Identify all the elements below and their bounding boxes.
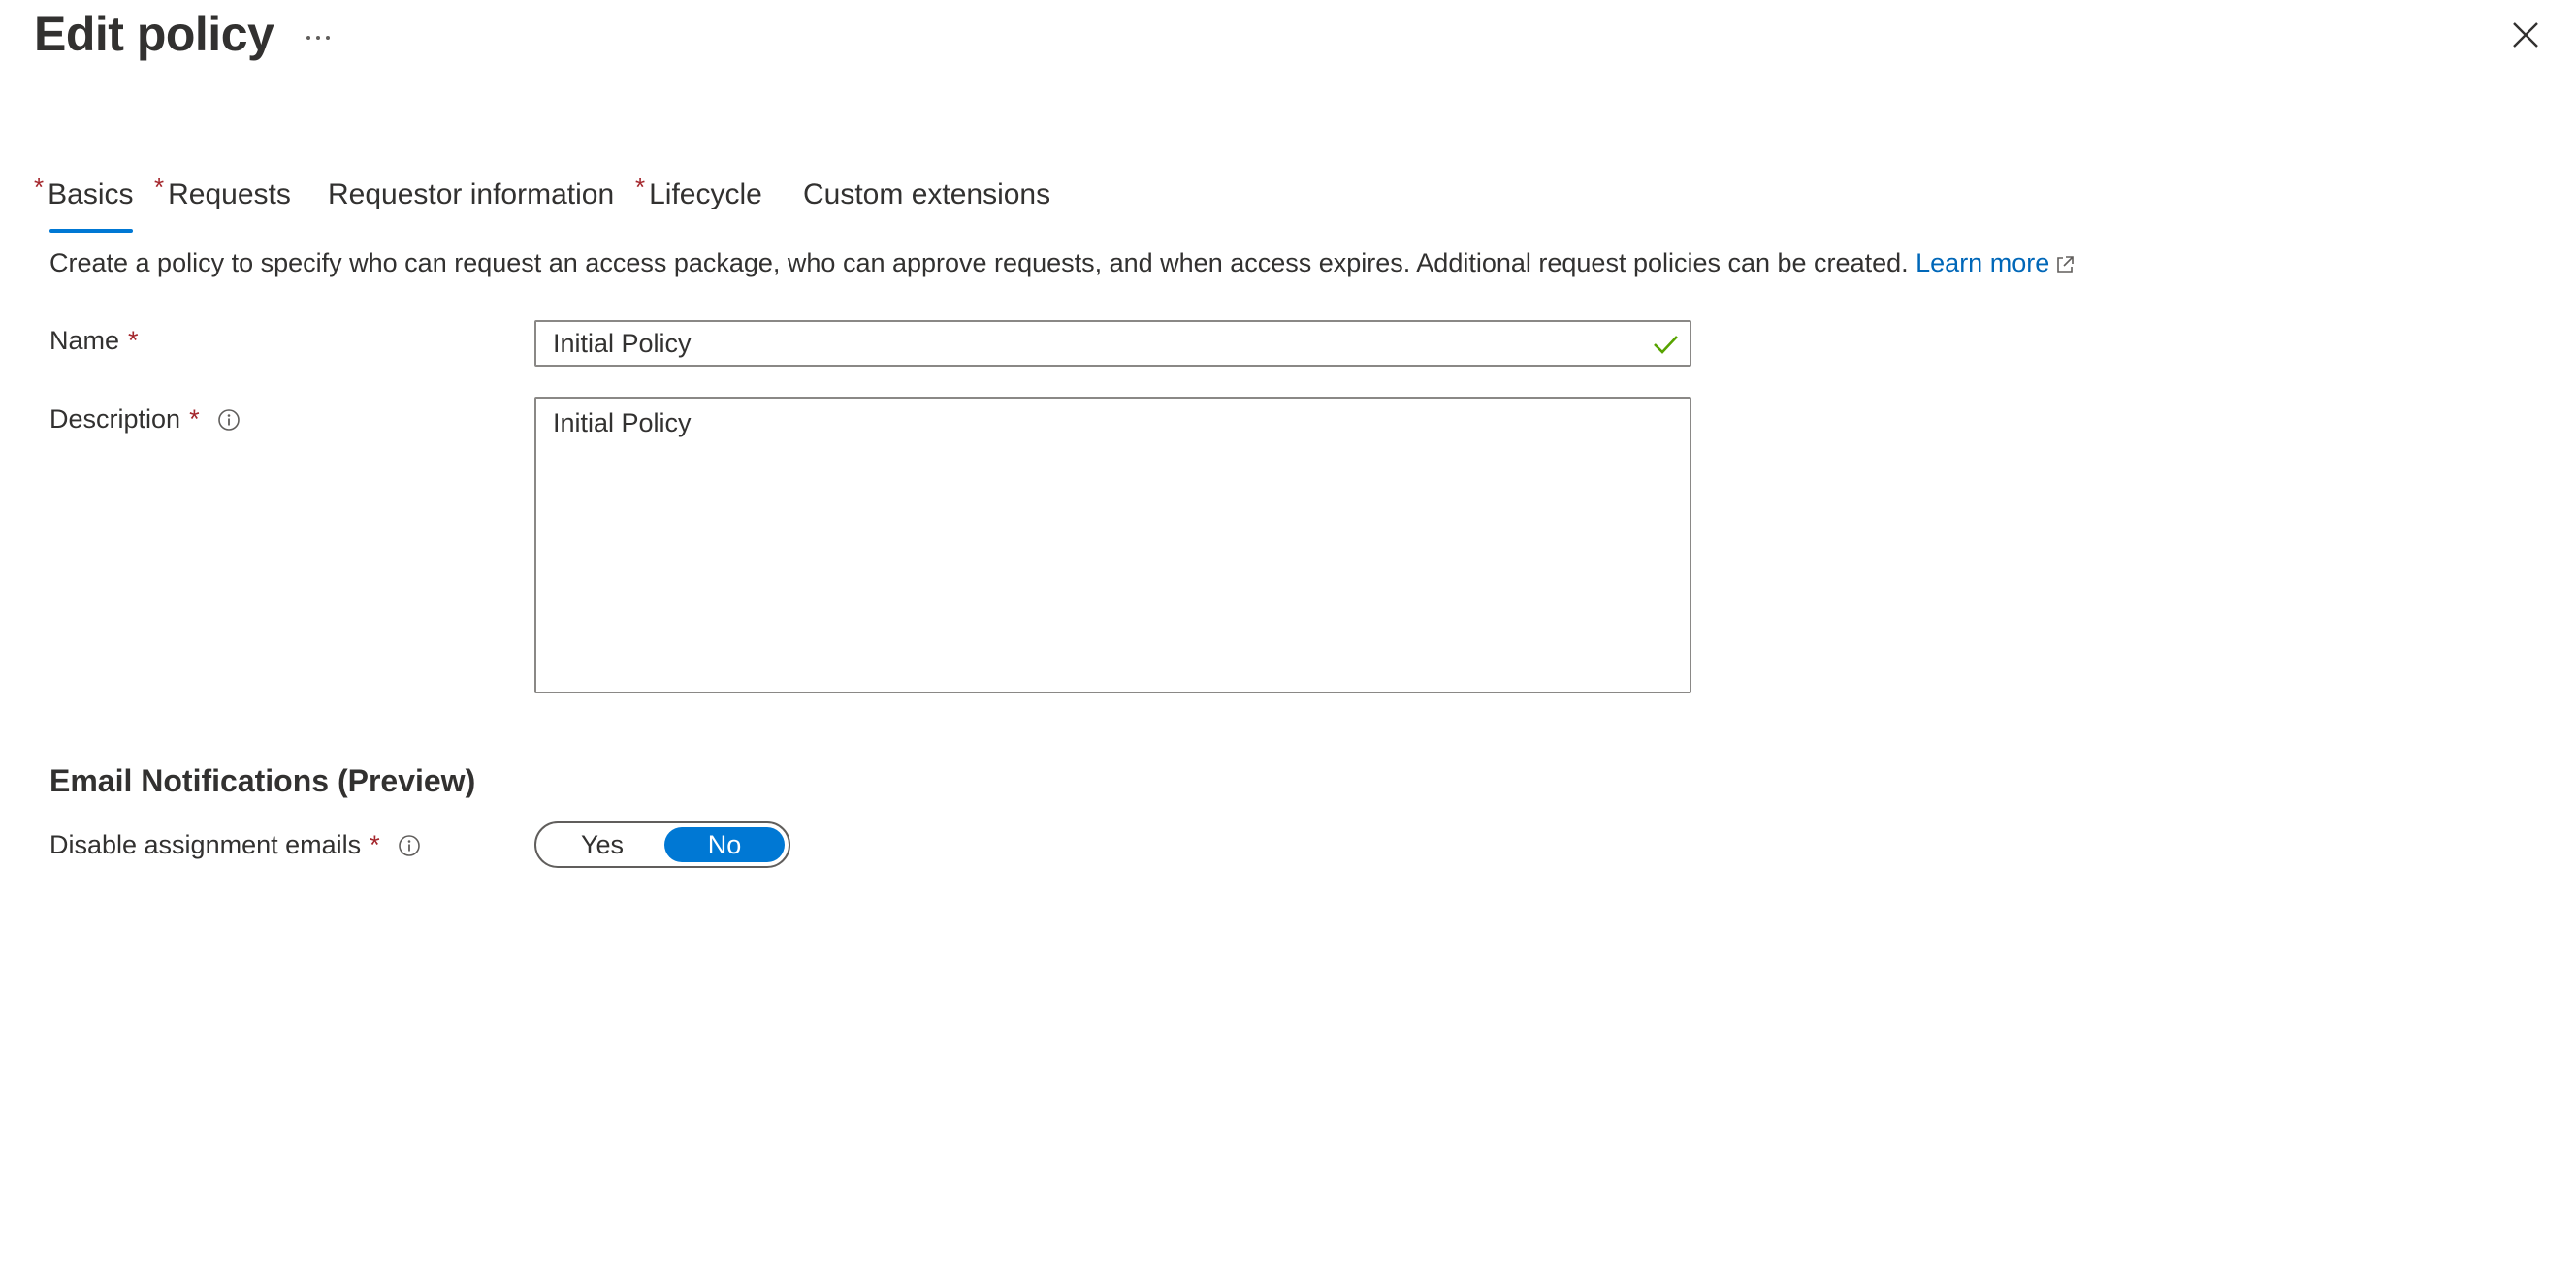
description-label-text: Description [49, 404, 181, 434]
intro-text: Create a policy to specify who can reque… [49, 248, 2075, 278]
learn-more-link[interactable]: Learn more [1916, 248, 2075, 277]
edit-policy-blade: Edit policy * Basics * Requests Requesto… [0, 0, 2576, 1288]
external-link-icon [2057, 256, 2075, 273]
intro-description: Create a policy to specify who can reque… [49, 248, 1909, 277]
tab-label: Requests [168, 178, 291, 210]
tab-lifecycle[interactable]: * Lifecycle [635, 165, 762, 225]
disable-assignment-emails-text: Disable assignment emails [49, 830, 362, 859]
description-textarea[interactable]: Initial Policy [534, 397, 1691, 693]
tab-requestor-information[interactable]: Requestor information [328, 165, 614, 225]
required-marker: * [635, 172, 646, 202]
learn-more-label: Learn more [1916, 248, 2050, 277]
tab-label: Basics [48, 178, 134, 210]
name-label: Name * [49, 326, 139, 356]
checkmark-icon [1654, 336, 1678, 354]
info-icon[interactable] [398, 834, 421, 857]
toggle-option-no[interactable]: No [664, 827, 785, 862]
more-options-button[interactable] [301, 14, 336, 62]
more-icon [306, 36, 330, 40]
required-marker: * [154, 172, 165, 202]
required-marker: * [370, 830, 380, 859]
name-input-value: Initial Policy [553, 328, 692, 358]
disable-assignment-emails-label: Disable assignment emails * [49, 830, 421, 860]
email-notifications-heading: Email Notifications (Preview) [49, 763, 476, 798]
close-icon [2513, 22, 2538, 48]
tab-label: Custom extensions [803, 178, 1051, 210]
disable-assignment-emails-toggle[interactable]: Yes No [534, 821, 790, 868]
tab-label: Lifecycle [649, 178, 762, 210]
tab-requests[interactable]: * Requests [154, 165, 291, 225]
tab-custom-extensions[interactable]: Custom extensions [803, 165, 1050, 225]
name-input[interactable]: Initial Policy [534, 320, 1691, 367]
required-marker: * [34, 172, 45, 202]
tab-basics[interactable]: * Basics [34, 165, 134, 233]
info-icon[interactable] [217, 408, 241, 432]
name-label-text: Name [49, 326, 120, 355]
tab-label: Requestor information [328, 178, 615, 210]
close-button[interactable] [2504, 14, 2547, 56]
toggle-option-yes[interactable]: Yes [542, 827, 662, 862]
description-label: Description * [49, 404, 241, 435]
required-marker: * [189, 404, 200, 434]
required-marker: * [128, 326, 139, 355]
page-title: Edit policy [34, 7, 274, 61]
